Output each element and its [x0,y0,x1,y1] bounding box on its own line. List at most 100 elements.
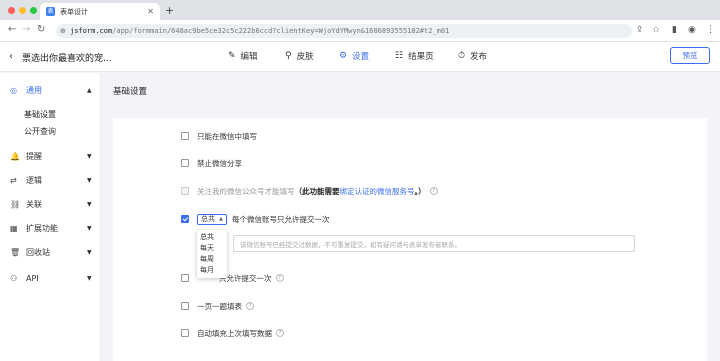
option-note-suffix: 。） [414,186,426,196]
forward-icon[interactable]: → [22,24,30,35]
result-page-icon: ☷ [395,51,404,61]
settings-icon: ⚙ [339,51,348,61]
checkbox[interactable] [181,329,189,337]
option-label: 每个微信账号只允许提交一次 [232,214,330,224]
browser-tab-bar: 表 表单设计 ✕ + [0,0,720,20]
bind-service-account-link[interactable]: 绑定认证的微信服务号 [340,186,415,197]
share-icon[interactable]: ⇪ [636,25,644,35]
reload-icon[interactable]: ↻ [37,24,45,35]
option-label: 只能在微信中填写 [197,131,257,141]
site-info-icon[interactable]: ⊕ [60,27,70,35]
tab-close-icon[interactable]: ✕ [147,7,154,16]
frequency-select-value: 总共 [201,215,215,223]
dropdown-option-total[interactable]: 总共 [197,232,227,243]
option-one-question-per-page[interactable]: 一页一题填表 ? [181,301,254,311]
checkbox[interactable] [181,132,189,140]
sidebar-item-reminder[interactable]: 🔔 提醒 ▼ [0,149,101,163]
tab-publish[interactable]: ⏱ 发布 [458,50,487,62]
edit-icon: ✎ [228,51,236,61]
option-submit-once-per-account[interactable]: 总共 ▲ 每个微信账号只允许提交一次 [181,213,330,225]
sidebar-item-recycle-bin[interactable]: 🗑 回收站 ▼ [0,245,101,259]
settings-panel: 只能在微信中填写 禁止微信分享 关注我的微信公众号才能填写 （此功能需要 绑定认证… [113,118,707,361]
sidebar-item-association[interactable]: ⛓ 关联 ▼ [0,197,101,211]
settings-sidebar: ◎ 通用 ▲ 基础设置 公开查询 🔔 提醒 ▼ ⇄ 逻辑 ▼ ⛓ 关联 ▼ ▦ … [0,73,101,361]
chevron-down-icon: ▼ [87,224,92,232]
chevron-down-icon: ▼ [87,152,92,160]
bookmark-star-icon[interactable]: ☆ [652,25,660,35]
general-icon: ◎ [10,85,17,95]
link-icon: ⛓ [10,199,21,209]
bell-icon: 🔔 [10,151,20,161]
url-path: /app/formmain/648ac9be5ce32c5c222b6ccd?c… [112,27,450,35]
checkbox[interactable] [181,159,189,167]
tab-skin[interactable]: ⚲ 皮肤 [285,50,314,62]
maximize-window-button[interactable] [30,7,37,14]
option-disable-wechat-share[interactable]: 禁止微信分享 [181,158,242,168]
frequency-dropdown: 总共 每天 每周 每月 [197,230,227,278]
option-label: 自动填充上次填写数据 [197,328,272,338]
sidebar-item-label: 回收站 [26,247,50,257]
duplicate-message-input[interactable]: 该微信账号已经提交过数据，不可重复提交，如有疑问请与表单发布者联系。 [233,235,635,252]
minimize-window-button[interactable] [19,7,26,14]
option-label: 一页一题填表 [197,301,242,311]
sidebar-subitem-basic-settings[interactable]: 基础设置 [24,109,56,120]
logic-icon: ⇄ [10,175,17,185]
option-autofill-last-data[interactable]: 自动填充上次填写数据 ? [181,328,284,338]
skin-icon: ⚲ [285,51,292,61]
sidebar-item-label: 通用 [26,85,42,95]
chevron-left-icon[interactable]: ‹ [9,51,13,62]
url-host: jsform.com [70,27,113,35]
tab-result-page-label: 结果页 [408,52,434,62]
tab-edit[interactable]: ✎ 编辑 [228,50,258,62]
new-tab-icon[interactable]: + [165,4,174,17]
side-panel-icon[interactable]: ▮ [672,25,677,35]
frequency-select[interactable]: 总共 ▲ [197,213,227,225]
tab-title: 表单设计 [60,7,88,16]
browser-tab[interactable]: 表 表单设计 ✕ [40,3,160,20]
sidebar-item-general[interactable]: ◎ 通用 ▲ [0,83,101,97]
help-icon[interactable]: ? [275,274,284,282]
option-follow-official-account: 关注我的微信公众号才能填写 （此功能需要 绑定认证的微信服务号。） ? [181,186,438,196]
menu-dots-icon[interactable]: ⋮ [706,25,715,35]
help-icon[interactable]: ? [276,329,284,337]
dropdown-option-weekly[interactable]: 每周 [197,254,227,265]
dropdown-option-monthly[interactable]: 每月 [197,265,227,276]
form-favicon-icon: 表 [46,7,55,16]
tab-skin-label: 皮肤 [296,52,314,62]
option-wechat-only[interactable]: 只能在微信中填写 [181,131,257,141]
url-field[interactable]: ⊕ jsform.com/app/formmain/648ac9be5ce32c… [56,24,632,38]
back-icon[interactable]: ← [8,24,16,35]
tab-settings[interactable]: ⚙ 设置 [339,50,369,62]
checkbox[interactable] [181,302,189,310]
help-icon[interactable]: ? [429,187,438,195]
tab-result-page[interactable]: ☷ 结果页 [395,50,434,62]
sidebar-item-label: 提醒 [26,151,42,161]
checkbox[interactable] [181,274,189,282]
option-label: 禁止微信分享 [197,158,242,168]
publish-icon: ⏱ [458,51,466,61]
checkbox[interactable] [181,215,189,223]
tab-edit-label: 编辑 [240,52,258,62]
tab-publish-label: 发布 [470,52,488,62]
sidebar-item-label: 关联 [26,199,42,209]
trash-icon: 🗑 [10,247,21,257]
sidebar-subitem-public-query[interactable]: 公开查询 [24,126,56,137]
chevron-down-icon: ▼ [87,176,92,184]
help-icon[interactable]: ? [246,302,254,310]
api-icon: ⚇ [10,273,18,283]
chevron-up-icon: ▲ [219,216,223,222]
preview-button[interactable]: 预览 [670,47,710,64]
extensions-icon: ▦ [10,223,18,233]
close-window-button[interactable] [8,7,15,14]
address-bar: ← → ↻ ⊕ jsform.com/app/formmain/648ac9be… [0,20,720,42]
page-title: 基础设置 [113,87,148,97]
checkbox [181,187,189,195]
profile-icon[interactable]: ◉ [688,25,696,35]
chevron-down-icon: ▼ [87,274,92,282]
sidebar-item-api[interactable]: ⚇ API ▼ [0,271,101,285]
form-title: 票选出你最喜欢的宠... [22,54,112,64]
dropdown-option-daily[interactable]: 每天 [197,243,227,254]
sidebar-item-label: 扩展功能 [26,223,58,233]
sidebar-item-logic[interactable]: ⇄ 逻辑 ▼ [0,173,101,187]
sidebar-item-extensions[interactable]: ▦ 扩展功能 ▼ [0,221,101,235]
